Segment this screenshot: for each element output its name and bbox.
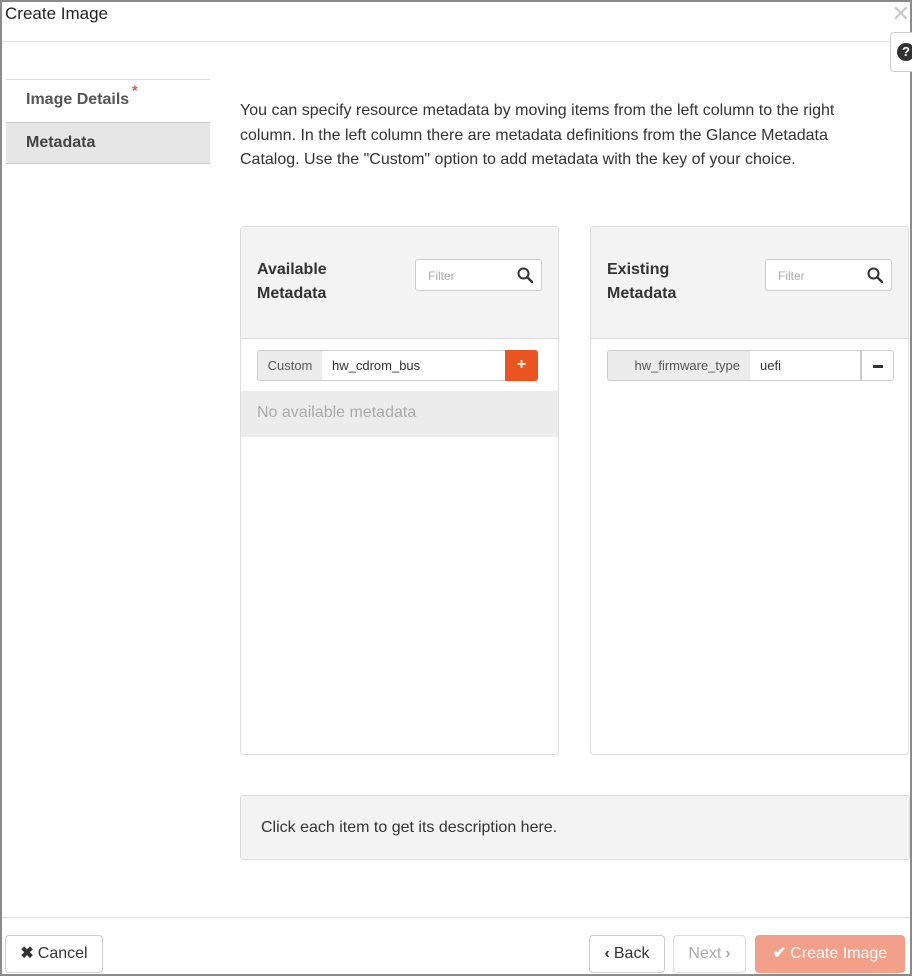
available-filter-input[interactable]	[426, 266, 506, 286]
check-icon: ✔	[772, 945, 787, 962]
remove-metadata-button[interactable]	[861, 350, 894, 381]
existing-filter-input[interactable]	[776, 266, 856, 286]
create-image-button[interactable]: ✔ Create Image	[755, 935, 905, 973]
available-metadata-title: Available Metadata	[257, 261, 327, 302]
create-image-dialog: Create Image ✕ ? Image Details* Metadata…	[0, 0, 912, 976]
back-label: Back	[613, 945, 650, 962]
next-label: Next	[688, 945, 722, 962]
custom-key-input[interactable]	[322, 350, 506, 381]
back-button[interactable]: ‹ Back	[589, 935, 665, 973]
minus-icon	[873, 365, 883, 368]
chevron-right-icon: ›	[725, 945, 731, 962]
nav-item-label: Image Details	[26, 91, 130, 108]
custom-label: Custom	[257, 350, 323, 381]
cancel-x-icon: ✖	[20, 945, 34, 962]
available-filter	[415, 259, 542, 291]
close-icon[interactable]: ✕	[892, 3, 910, 25]
custom-metadata-row: Custom +	[241, 339, 558, 391]
intro-text: You can specify resource metadata by mov…	[240, 102, 835, 168]
wizard-nav: Image Details* Metadata	[6, 79, 210, 164]
create-image-label: Create Image	[790, 945, 888, 962]
required-marker: *	[132, 82, 138, 98]
no-available-metadata: No available metadata	[241, 391, 558, 437]
search-icon[interactable]	[517, 267, 533, 283]
existing-metadata-title: Existing Metadata	[607, 261, 677, 302]
metadata-value-input[interactable]	[750, 350, 861, 381]
dialog-footer: ✖ Cancel ‹ Back Next › ✔ Create Image	[2, 917, 910, 978]
chevron-left-icon: ‹	[604, 945, 610, 962]
question-circle-icon: ?	[897, 43, 912, 61]
nav-item-label: Metadata	[26, 134, 96, 151]
metadata-item-row: hw_firmware_type	[591, 339, 908, 391]
plus-icon: +	[516, 356, 527, 373]
add-custom-button[interactable]: +	[505, 350, 538, 381]
dialog-header: Create Image ✕	[2, 2, 910, 42]
cancel-label: Cancel	[37, 945, 88, 962]
existing-metadata-panel: Existing Metadata hw_firmware_type	[590, 226, 909, 755]
available-metadata-header: Available Metadata	[241, 227, 558, 339]
existing-metadata-header: Existing Metadata	[591, 227, 908, 339]
nav-item-image-details[interactable]: Image Details*	[6, 80, 210, 122]
existing-filter	[765, 259, 892, 291]
metadata-key-label: hw_firmware_type	[607, 350, 751, 381]
description-panel: Click each item to get its description h…	[240, 795, 910, 860]
search-icon[interactable]	[867, 267, 883, 283]
next-button[interactable]: Next ›	[673, 935, 746, 973]
nav-item-metadata[interactable]: Metadata	[6, 122, 210, 164]
cancel-button[interactable]: ✖ Cancel	[5, 935, 103, 973]
available-metadata-panel: Available Metadata Custom + No available…	[240, 226, 559, 755]
dialog-title: Create Image	[5, 4, 108, 23]
help-button[interactable]: ?	[890, 32, 912, 72]
